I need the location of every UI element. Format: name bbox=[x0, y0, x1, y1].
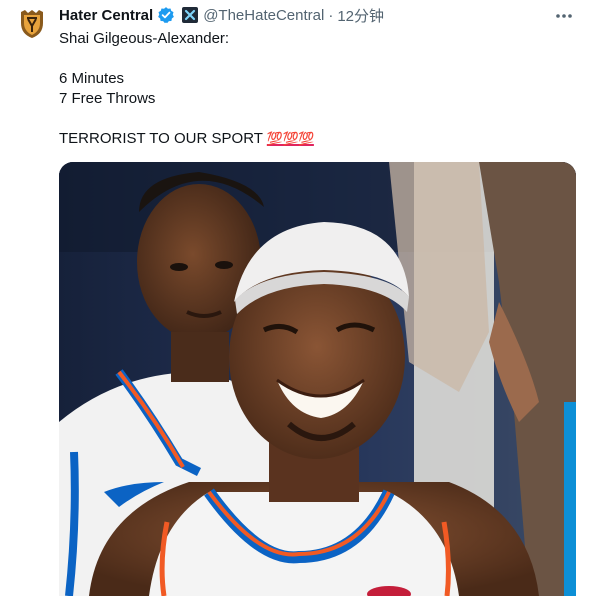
separator-dot: · bbox=[328, 6, 334, 24]
avatar[interactable] bbox=[16, 8, 48, 40]
tweet-header: Hater Central @TheHateCentral · 12分钟 bbox=[59, 5, 384, 25]
tweet-text-headline: TERRORIST TO OUR SPORT bbox=[59, 130, 263, 147]
tweet-text-blank-line bbox=[59, 49, 559, 69]
tweet-text-line: 6 Minutes bbox=[59, 70, 125, 87]
affiliate-x-badge-icon[interactable] bbox=[181, 6, 199, 24]
tweet-text-line: TERRORIST TO OUR SPORT 💯💯💯 bbox=[59, 129, 559, 149]
tweet-media-photo[interactable] bbox=[59, 162, 576, 596]
tweet-text-line: Shai Gilgeous-Alexander: bbox=[59, 30, 230, 47]
tweet-text-line: 7 Free Throws bbox=[59, 90, 156, 107]
author-handle[interactable]: @TheHateCentral bbox=[203, 7, 324, 24]
tweet-text: Shai Gilgeous-Alexander: 6 Minutes 7 Fre… bbox=[59, 29, 559, 149]
tweet-text-blank-line bbox=[59, 109, 559, 129]
more-options-icon[interactable] bbox=[554, 8, 574, 24]
shield-crest-icon bbox=[21, 10, 43, 38]
tweet: Hater Central @TheHateCentral · 12分钟 Sha… bbox=[0, 0, 592, 596]
hundred-points-emoji: 💯💯💯 bbox=[266, 131, 315, 146]
author-display-name[interactable]: Hater Central bbox=[59, 7, 153, 24]
basketball-players-photo bbox=[59, 162, 576, 596]
tweet-timestamp[interactable]: 12分钟 bbox=[337, 5, 384, 26]
verified-badge-icon bbox=[157, 6, 175, 24]
